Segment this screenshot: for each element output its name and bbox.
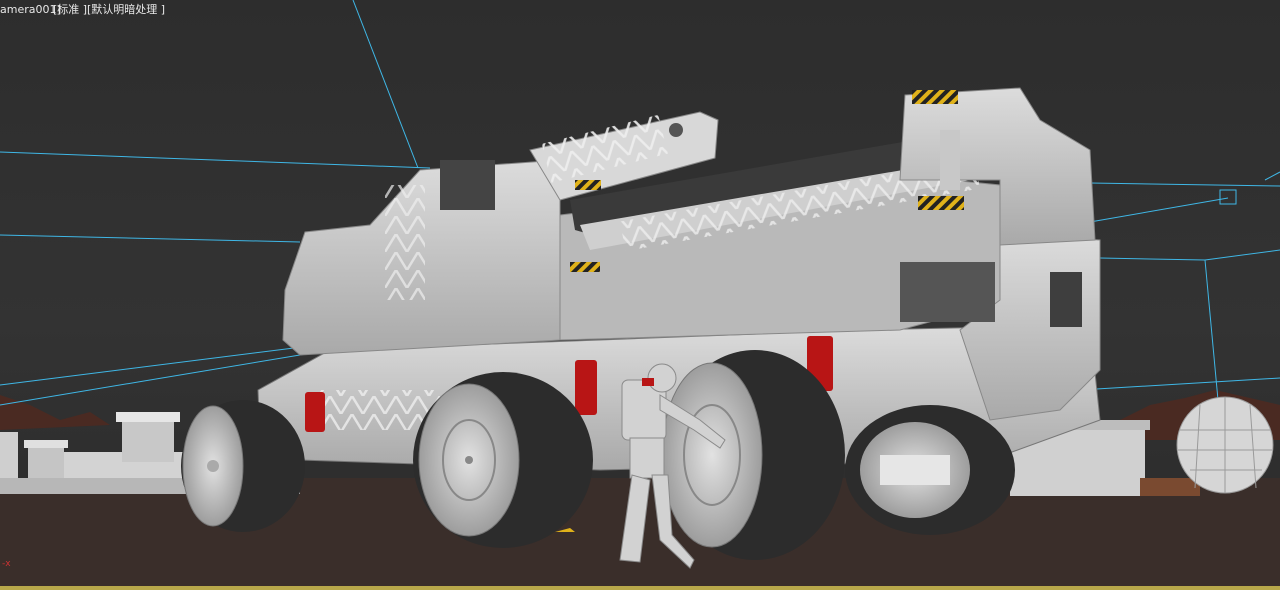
3d-viewport[interactable]: amera001] [标准 ] [默认明暗处理 ] -x (0, 0, 1280, 590)
left-front-wheel[interactable] (413, 372, 593, 548)
viewport-active-border (0, 586, 1280, 590)
viewport-camera-label[interactable]: amera001] (0, 3, 61, 17)
rear-right-wheel[interactable] (845, 405, 1015, 535)
viewport-shading-label[interactable]: [标准 ] (53, 3, 87, 17)
mountain-left (0, 395, 110, 430)
axis-indicator: -x (2, 559, 11, 569)
center-wheel[interactable] (661, 350, 845, 560)
left-rear-wheel[interactable] (181, 400, 305, 532)
scene-render[interactable] (0, 0, 1280, 590)
viewport-lighting-label[interactable]: [默认明暗处理 ] (87, 3, 165, 17)
